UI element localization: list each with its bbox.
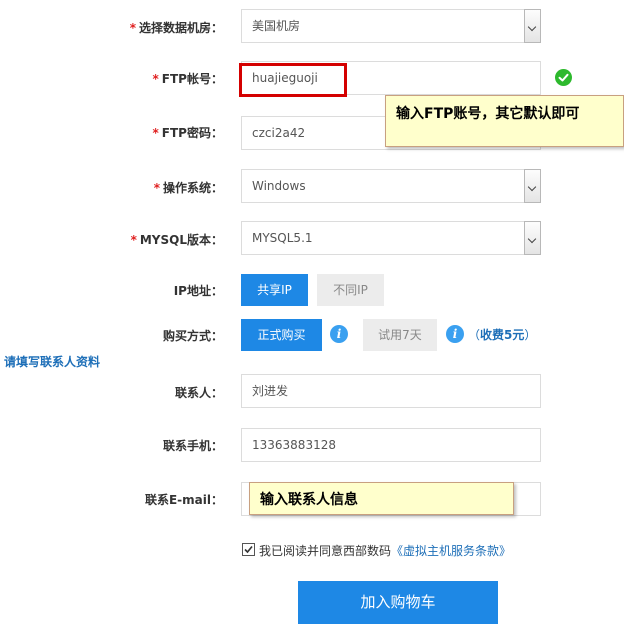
mysql-select[interactable]: MYSQL5.1 [241, 221, 541, 255]
terms-link[interactable]: 《虚拟主机服务条款》 [391, 544, 511, 558]
ip-label: IP地址： [173, 284, 223, 298]
add-to-cart-button[interactable]: 加入购物车 [298, 581, 498, 624]
contact-name-input[interactable]: 刘进发 [241, 374, 541, 408]
email-label: 联系E-mail： [144, 493, 223, 507]
agreement-checkbox[interactable] [242, 543, 255, 556]
dedicated-ip-button[interactable]: 不同IP [317, 274, 384, 306]
info-icon[interactable]: i [446, 325, 464, 343]
datacenter-label: * 选择数据机房： [129, 21, 223, 35]
os-select[interactable]: Windows [241, 169, 541, 203]
phone-input[interactable]: 13363883128 [241, 428, 541, 462]
datacenter-select[interactable]: 美国机房 [241, 9, 541, 43]
chevron-down-icon [524, 221, 541, 255]
shared-ip-button[interactable]: 共享IP [241, 274, 308, 306]
phone-label: 联系手机： [162, 439, 223, 453]
contact-callout: 输入联系人信息 [249, 482, 514, 515]
mysql-label: * MYSQL版本： [130, 233, 223, 247]
chevron-down-icon [524, 169, 541, 203]
info-icon[interactable]: i [330, 325, 348, 343]
check-mark-icon [244, 545, 253, 554]
chevron-down-icon [524, 9, 541, 43]
contact-label: 联系人： [174, 386, 223, 400]
formal-purchase-button[interactable]: 正式购买 [241, 319, 322, 351]
ftp-callout: 输入FTP账号，其它默认即可 [385, 95, 624, 147]
contact-section-title: 请填写联系人资料 [4, 355, 101, 369]
trial-button[interactable]: 试用7天 [363, 319, 437, 351]
agreement-text: 我已阅读并同意西部数码《虚拟主机服务条款》 [259, 544, 512, 558]
os-label: * 操作系统： [153, 181, 223, 195]
ftp-account-highlight [239, 63, 347, 97]
ftp-password-label: * FTP密码： [152, 126, 223, 140]
check-icon [555, 69, 572, 86]
purchase-label: 购买方式： [162, 329, 223, 343]
fee-note: （收费5元） [468, 328, 537, 342]
ftp-account-label: * FTP帐号： [152, 72, 223, 86]
